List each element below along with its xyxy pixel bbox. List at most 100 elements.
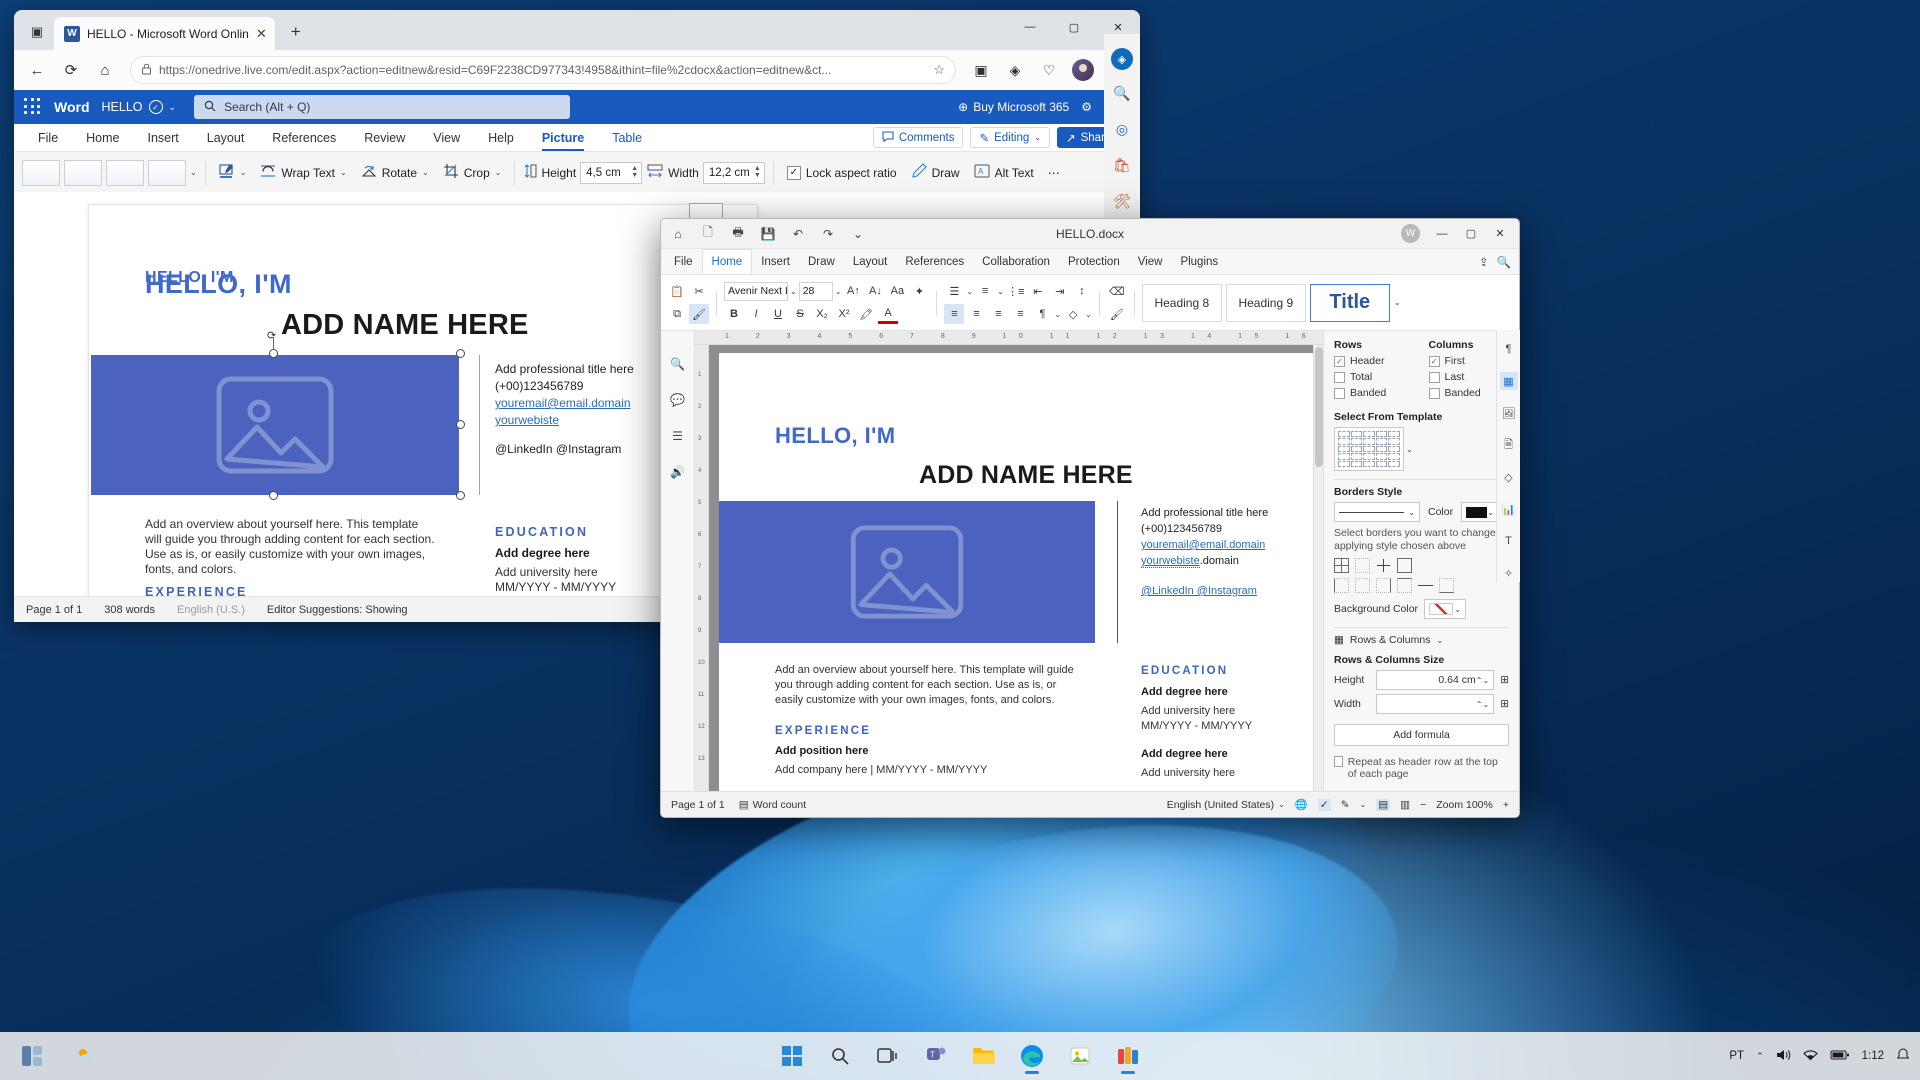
rotate-handle[interactable]: ⟳ bbox=[267, 329, 279, 341]
resize-handle-bottom[interactable] bbox=[269, 491, 278, 500]
close-button[interactable]: ✕ bbox=[1487, 223, 1513, 245]
photos-button[interactable] bbox=[1060, 1036, 1100, 1076]
numbering-icon[interactable]: ≡ bbox=[975, 281, 995, 301]
maximize-button[interactable]: ▢ bbox=[1458, 223, 1484, 245]
smart-tools-icon[interactable]: ✧ bbox=[1500, 564, 1518, 582]
inside-vertical-border-icon[interactable] bbox=[1355, 578, 1370, 593]
status-editor[interactable]: Editor Suggestions: Showing bbox=[267, 604, 408, 616]
refresh-button[interactable]: ⟳ bbox=[56, 55, 86, 85]
find-icon[interactable]: 🔍 bbox=[1497, 255, 1511, 269]
wps-office-button[interactable] bbox=[1108, 1036, 1148, 1076]
chevron-down-icon[interactable]: ⌄ bbox=[966, 287, 973, 296]
minimize-button[interactable]: — bbox=[1008, 10, 1052, 44]
spellcheck-icon[interactable]: ✓ bbox=[1318, 799, 1331, 811]
tab-actions-icon[interactable]: ▣ bbox=[20, 17, 54, 47]
alt-text-button[interactable]: A Alt Text bbox=[969, 161, 1039, 184]
copy-icon[interactable]: ⧉ bbox=[667, 304, 687, 324]
align-right-icon[interactable]: ≡ bbox=[988, 304, 1008, 324]
chevron-down-icon[interactable]: ⌄ bbox=[1085, 310, 1092, 319]
wps-contact-website[interactable]: yourwebiste.domain bbox=[1141, 553, 1321, 569]
games-icon[interactable]: ◎ bbox=[1109, 116, 1135, 142]
widgets-button[interactable] bbox=[12, 1036, 52, 1076]
chevron-down-icon[interactable]: ⌄ bbox=[495, 168, 502, 177]
top-border-icon[interactable] bbox=[1397, 578, 1412, 593]
tab-layout[interactable]: Layout bbox=[193, 124, 259, 151]
back-button[interactable]: ← bbox=[22, 55, 52, 85]
horizontal-ruler[interactable]: 1 2 3 4 5 6 7 8 9 10 11 12 13 14 15 16 bbox=[695, 331, 1323, 345]
line-spacing-icon[interactable]: ↕ bbox=[1072, 281, 1092, 301]
zoom-label[interactable]: Zoom 100% bbox=[1436, 799, 1493, 811]
browser-tab-hello[interactable]: W HELLO - Microsoft Word Onlin ✕ bbox=[54, 17, 275, 50]
subscript-icon[interactable]: X₂ bbox=[812, 304, 832, 324]
style-heading-8[interactable]: Heading 8 bbox=[1142, 284, 1222, 322]
font-color-icon[interactable]: A bbox=[878, 304, 898, 324]
font-name-input[interactable]: Avenir Next L bbox=[724, 282, 788, 301]
task-view-button[interactable] bbox=[868, 1036, 908, 1076]
font-size-input[interactable]: 28 bbox=[799, 282, 833, 301]
justify-icon[interactable]: ≡ bbox=[1010, 304, 1030, 324]
height-input[interactable]: 4,5 cm ▲▼ bbox=[580, 162, 642, 184]
globe-icon[interactable]: 🌐 bbox=[1295, 798, 1308, 811]
eraser-icon[interactable]: ⌫ bbox=[1107, 281, 1127, 301]
resize-handle-right[interactable] bbox=[456, 420, 465, 429]
grow-font-icon[interactable]: A↑ bbox=[843, 281, 863, 301]
volume-icon[interactable] bbox=[1776, 1048, 1791, 1065]
crop-button[interactable]: Crop ⌄ bbox=[438, 160, 507, 185]
copilot-icon[interactable]: ◈ bbox=[1111, 48, 1133, 70]
picture-styles-more-icon[interactable]: ⌄ bbox=[190, 168, 197, 177]
split-screen-icon[interactable]: ▣ bbox=[966, 55, 996, 85]
left-border-icon[interactable] bbox=[1334, 578, 1349, 593]
picture-style-1[interactable] bbox=[22, 160, 60, 186]
notification-icon[interactable] bbox=[1896, 1048, 1910, 1065]
wps-tab-home[interactable]: Home bbox=[702, 249, 753, 274]
panel-width-input[interactable]: ⌃⌄ bbox=[1376, 694, 1494, 714]
rows-header-checkbox[interactable]: ✓Header bbox=[1334, 355, 1415, 367]
add-formula-button[interactable]: Add formula bbox=[1334, 724, 1509, 746]
comments-button[interactable]: Comments bbox=[873, 127, 964, 148]
zoom-in-button[interactable]: + bbox=[1503, 799, 1509, 811]
tab-table[interactable]: Table bbox=[598, 124, 656, 151]
styles-more-icon[interactable]: ⌄ bbox=[1394, 298, 1401, 307]
no-border-icon[interactable] bbox=[1355, 558, 1370, 573]
chevron-down-icon[interactable]: ⌄ bbox=[1360, 800, 1367, 809]
border-color-select[interactable]: ⌄ bbox=[1461, 502, 1499, 522]
wps-tab-references[interactable]: References bbox=[896, 249, 973, 274]
table-template-preview[interactable] bbox=[1334, 427, 1404, 471]
tab-view[interactable]: View bbox=[419, 124, 474, 151]
wps-document-page[interactable]: HELLO, I'M ADD NAME HERE Add professiona… bbox=[719, 353, 1313, 791]
zoom-out-button[interactable]: − bbox=[1420, 799, 1426, 811]
repeat-header-checkbox[interactable]: Repeat as header row at the top of each … bbox=[1334, 756, 1509, 780]
chevron-up-icon[interactable]: ⌃ bbox=[1756, 1051, 1764, 1062]
chevron-down-icon[interactable]: ⌄ bbox=[240, 168, 247, 177]
picture-tools-icon[interactable]: 🖼 bbox=[1500, 404, 1518, 422]
chevron-down-icon[interactable]: ⌄ bbox=[1054, 310, 1061, 319]
wps-tab-insert[interactable]: Insert bbox=[752, 249, 799, 274]
search-box[interactable]: Search (Alt + Q) bbox=[194, 95, 570, 119]
wps-tab-draw[interactable]: Draw bbox=[799, 249, 844, 274]
web-layout-view-icon[interactable]: ▥ bbox=[1400, 799, 1410, 811]
battery-icon[interactable] bbox=[1830, 1049, 1850, 1064]
format-painter-icon[interactable]: 🖌 bbox=[689, 304, 709, 324]
all-borders-icon[interactable] bbox=[1334, 558, 1349, 573]
rows-banded-checkbox[interactable]: Banded bbox=[1334, 387, 1415, 399]
superscript-icon[interactable]: X² bbox=[834, 304, 854, 324]
home-button[interactable]: ⌂ bbox=[90, 55, 120, 85]
bottom-border-icon[interactable] bbox=[1439, 578, 1454, 593]
network-icon[interactable] bbox=[1803, 1048, 1818, 1065]
cut-icon[interactable]: ✂ bbox=[689, 281, 709, 301]
paragraph-marks-icon[interactable]: ¶ bbox=[1032, 304, 1052, 324]
new-tab-button[interactable]: + bbox=[281, 17, 311, 47]
template-dropdown-icon[interactable]: ⌄ bbox=[1406, 445, 1413, 454]
rotate-button[interactable]: Rotate ⌄ bbox=[356, 161, 434, 184]
panel-height-input[interactable]: 0.64 cm⌃⌄ bbox=[1376, 670, 1494, 690]
wps-canvas[interactable]: HELLO, I'M ADD NAME HERE Add professiona… bbox=[709, 345, 1323, 791]
tab-help[interactable]: Help bbox=[474, 124, 528, 151]
background-color-select[interactable]: ⌄ bbox=[1424, 599, 1466, 619]
shopping-icon[interactable]: 🛍 bbox=[1109, 152, 1135, 178]
track-changes-icon[interactable]: ✎ bbox=[1341, 799, 1350, 811]
styles-pane-icon[interactable]: 🖌 bbox=[1107, 304, 1127, 324]
picture-format-button[interactable]: ⌄ bbox=[214, 160, 252, 185]
page-tools-icon[interactable]: 🗎 bbox=[1500, 436, 1518, 454]
search-pane-icon[interactable]: 🔍 bbox=[667, 353, 689, 375]
tab-review[interactable]: Review bbox=[350, 124, 419, 151]
